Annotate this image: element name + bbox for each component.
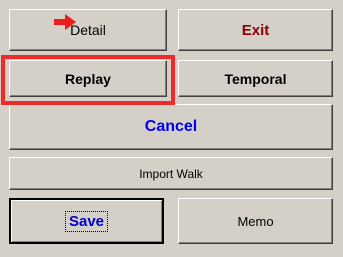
exit-button-label: Exit [241, 21, 270, 39]
memo-button[interactable]: Memo [178, 198, 333, 244]
red-arrow-icon [54, 14, 76, 30]
import-walk-button-label: Import Walk [139, 166, 203, 181]
temporal-button[interactable]: Temporal [178, 60, 333, 97]
replay-button-label: Replay [65, 70, 111, 87]
cancel-button[interactable]: Cancel [9, 104, 333, 150]
button-panel: Detail Exit Replay Temporal Cancel Impor… [0, 0, 343, 257]
detail-button[interactable]: Detail [9, 9, 167, 51]
temporal-button-label: Temporal [224, 70, 287, 87]
import-walk-button[interactable]: Import Walk [9, 157, 333, 190]
save-button[interactable]: Save [9, 198, 164, 244]
save-button-label: Save [64, 210, 109, 232]
exit-button[interactable]: Exit [178, 9, 333, 51]
cancel-button-label: Cancel [144, 118, 198, 135]
memo-button-label: Memo [237, 213, 274, 229]
replay-button[interactable]: Replay [9, 60, 167, 97]
